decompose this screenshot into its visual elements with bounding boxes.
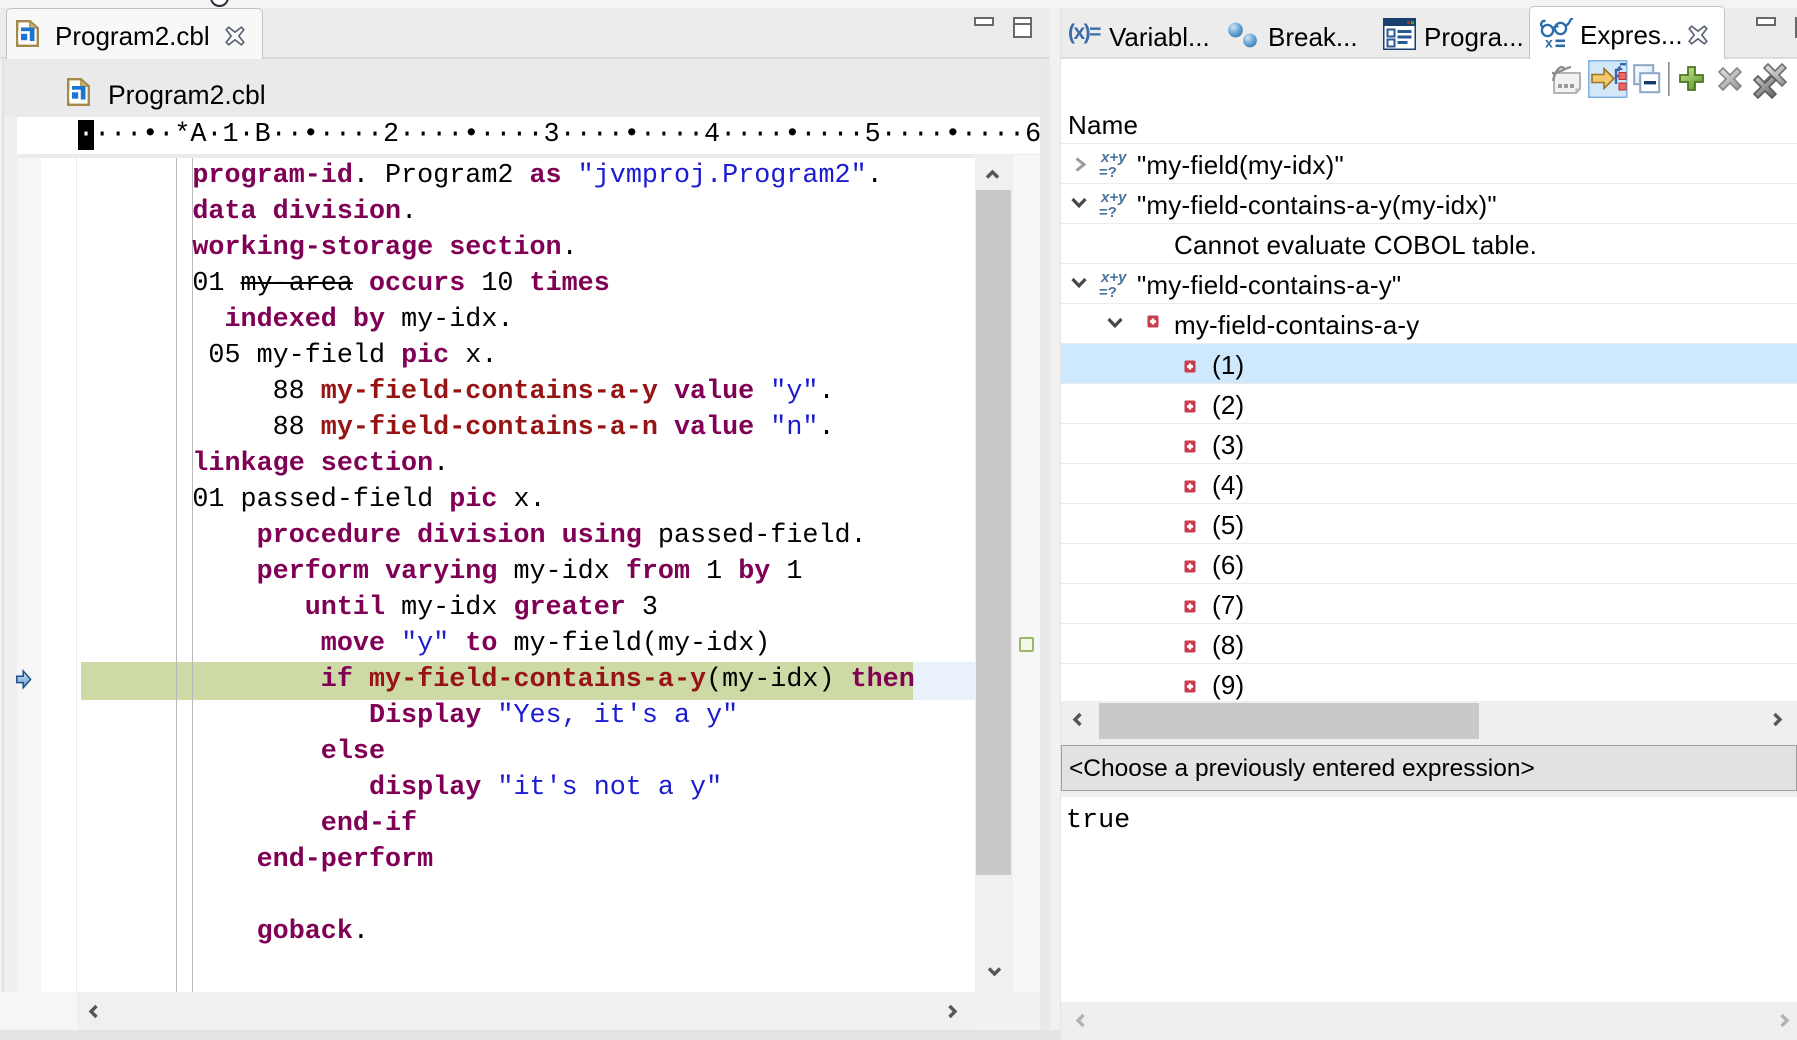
svg-text:=?: =? [1099, 284, 1117, 301]
svg-text:=?: =? [1099, 164, 1117, 181]
svg-text:x: x [1545, 35, 1553, 49]
svg-text:=?: =? [1099, 204, 1117, 221]
